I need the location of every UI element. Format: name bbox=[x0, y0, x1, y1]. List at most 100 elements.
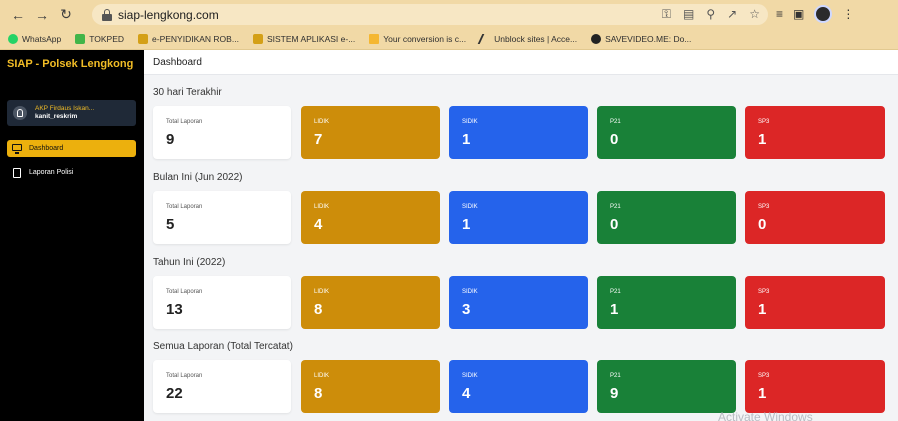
police-badge-icon bbox=[138, 34, 149, 44]
folder-icon bbox=[369, 34, 380, 44]
card-label: SIDIK bbox=[462, 373, 478, 379]
section-title: Tahun Ini (2022) bbox=[153, 257, 226, 268]
sidik-card[interactable]: SIDIK 4 bbox=[449, 360, 588, 413]
card-value: 13 bbox=[166, 301, 183, 318]
card-label: P21 bbox=[610, 289, 621, 295]
sidepanel-icon[interactable]: ▣ bbox=[793, 7, 804, 21]
card-label: Total Laporan bbox=[166, 204, 203, 210]
lidik-card[interactable]: LIDIK 7 bbox=[301, 106, 440, 159]
card-value: 8 bbox=[314, 301, 323, 318]
user-name: AKP Firdaus Iskan... bbox=[35, 105, 95, 112]
card-label: SP3 bbox=[758, 289, 770, 295]
sidik-card[interactable]: SIDIK 1 bbox=[449, 106, 588, 159]
sidebar-item-laporan-polisi[interactable]: Laporan Polisi bbox=[7, 164, 136, 181]
sidik-card[interactable]: SIDIK 3 bbox=[449, 276, 588, 329]
lidik-card[interactable]: LIDIK 8 bbox=[301, 276, 440, 329]
sp3-card[interactable]: SP3 0 bbox=[745, 191, 885, 244]
unblock-icon bbox=[477, 34, 493, 44]
bookmarks-bar: WhatsApp TOKPED e-PENYIDIKAN ROB... SIST… bbox=[0, 29, 898, 50]
p21-card[interactable]: P21 9 bbox=[597, 360, 736, 413]
sidik-card[interactable]: SIDIK 1 bbox=[449, 191, 588, 244]
card-value: 7 bbox=[314, 131, 323, 148]
lidik-card[interactable]: LIDIK 4 bbox=[301, 191, 440, 244]
card-label: SP3 bbox=[758, 204, 770, 210]
url-text: siap-lengkong.com bbox=[118, 7, 219, 22]
sidebar-item-dashboard[interactable]: Dashboard bbox=[7, 140, 136, 157]
card-label: LIDIK bbox=[314, 119, 330, 125]
card-value: 9 bbox=[166, 131, 175, 148]
star-icon[interactable]: ☆ bbox=[749, 7, 760, 22]
bookmark-conversion[interactable]: Your conversion is c... bbox=[369, 34, 466, 44]
total-laporan-card[interactable]: Total Laporan 5 bbox=[153, 191, 291, 244]
section-title: 30 hari Terakhir bbox=[153, 87, 222, 98]
p21-card[interactable]: P21 1 bbox=[597, 276, 736, 329]
card-value: 3 bbox=[462, 301, 471, 318]
menu-dots-icon[interactable]: ⋮ bbox=[842, 7, 854, 21]
card-value: 0 bbox=[610, 131, 619, 148]
card-label: SP3 bbox=[758, 373, 770, 379]
p21-card[interactable]: P21 0 bbox=[597, 106, 736, 159]
bookmark-e-penyidikan[interactable]: e-PENYIDIKAN ROB... bbox=[138, 34, 239, 44]
document-icon bbox=[12, 167, 22, 178]
card-value: 1 bbox=[758, 385, 767, 402]
section-title: Bulan Ini (Jun 2022) bbox=[153, 172, 243, 183]
card-value: 22 bbox=[166, 385, 183, 402]
card-value: 0 bbox=[758, 216, 767, 233]
card-label: Total Laporan bbox=[166, 373, 203, 379]
page-header: Dashboard bbox=[144, 50, 898, 75]
card-label: Total Laporan bbox=[166, 119, 203, 125]
card-value: 4 bbox=[314, 216, 323, 233]
whatsapp-icon bbox=[8, 34, 18, 44]
sidebar: SIAP - Polsek Lengkong AKP Firdaus Iskan… bbox=[0, 50, 144, 421]
sp3-card[interactable]: SP3 1 bbox=[745, 106, 885, 159]
card-label: P21 bbox=[610, 204, 621, 210]
card-label: Total Laporan bbox=[166, 289, 203, 295]
lock-icon bbox=[102, 8, 112, 21]
card-label: LIDIK bbox=[314, 373, 330, 379]
total-laporan-card[interactable]: Total Laporan 9 bbox=[153, 106, 291, 159]
sidebar-item-label: Dashboard bbox=[29, 145, 64, 152]
bookmark-unblock[interactable]: Unblock sites | Acce... bbox=[477, 34, 577, 44]
card-value: 1 bbox=[610, 301, 619, 318]
p21-card[interactable]: P21 0 bbox=[597, 191, 736, 244]
profile-avatar[interactable] bbox=[814, 5, 833, 23]
sp3-card[interactable]: SP3 1 bbox=[745, 276, 885, 329]
reload-icon[interactable]: ↻ bbox=[56, 5, 76, 25]
sidebar-item-label: Laporan Polisi bbox=[29, 169, 74, 176]
translate-icon[interactable]: ▤ bbox=[683, 7, 694, 22]
section-title: Semua Laporan (Total Tercatat) bbox=[153, 341, 293, 352]
user-icon bbox=[13, 106, 27, 120]
card-value: 1 bbox=[462, 131, 471, 148]
card-label: SP3 bbox=[758, 119, 770, 125]
card-value: 0 bbox=[610, 216, 619, 233]
brand-title[interactable]: SIAP - Polsek Lengkong bbox=[7, 58, 137, 71]
extensions-icon[interactable]: ≡ bbox=[776, 7, 783, 21]
back-icon[interactable]: ← bbox=[8, 5, 28, 25]
activate-windows-watermark: Activate Windows bbox=[718, 410, 813, 421]
card-label: SIDIK bbox=[462, 289, 478, 295]
card-value: 1 bbox=[462, 216, 471, 233]
user-role: kanit_reskrim bbox=[35, 113, 78, 120]
bookmark-savevideo[interactable]: SAVEVIDEO.ME: Do... bbox=[591, 34, 691, 44]
forward-icon[interactable]: → bbox=[32, 5, 52, 25]
zoom-icon[interactable]: ⚲ bbox=[706, 7, 715, 22]
bookmark-whatsapp[interactable]: WhatsApp bbox=[8, 34, 61, 44]
card-label: P21 bbox=[610, 373, 621, 379]
key-icon[interactable]: ⚿ bbox=[662, 7, 671, 22]
bookmark-sistem-aplikasi[interactable]: SISTEM APLIKASI e-... bbox=[252, 34, 355, 44]
card-value: 5 bbox=[166, 216, 175, 233]
card-value: 8 bbox=[314, 385, 323, 402]
card-label: LIDIK bbox=[314, 289, 330, 295]
user-card[interactable]: AKP Firdaus Iskan... kanit_reskrim bbox=[7, 100, 136, 126]
card-label: SIDIK bbox=[462, 119, 478, 125]
address-bar[interactable]: siap-lengkong.com ⚿ ▤ ⚲ ↗ ☆ bbox=[92, 4, 768, 25]
share-icon[interactable]: ↗ bbox=[727, 7, 737, 22]
sp3-card[interactable]: SP3 1 bbox=[745, 360, 885, 413]
card-label: P21 bbox=[610, 119, 621, 125]
card-value: 9 bbox=[610, 385, 619, 402]
monitor-icon bbox=[12, 143, 22, 154]
total-laporan-card[interactable]: Total Laporan 22 bbox=[153, 360, 291, 413]
bookmark-tokped[interactable]: TOKPED bbox=[75, 34, 124, 44]
total-laporan-card[interactable]: Total Laporan 13 bbox=[153, 276, 291, 329]
lidik-card[interactable]: LIDIK 8 bbox=[301, 360, 440, 413]
